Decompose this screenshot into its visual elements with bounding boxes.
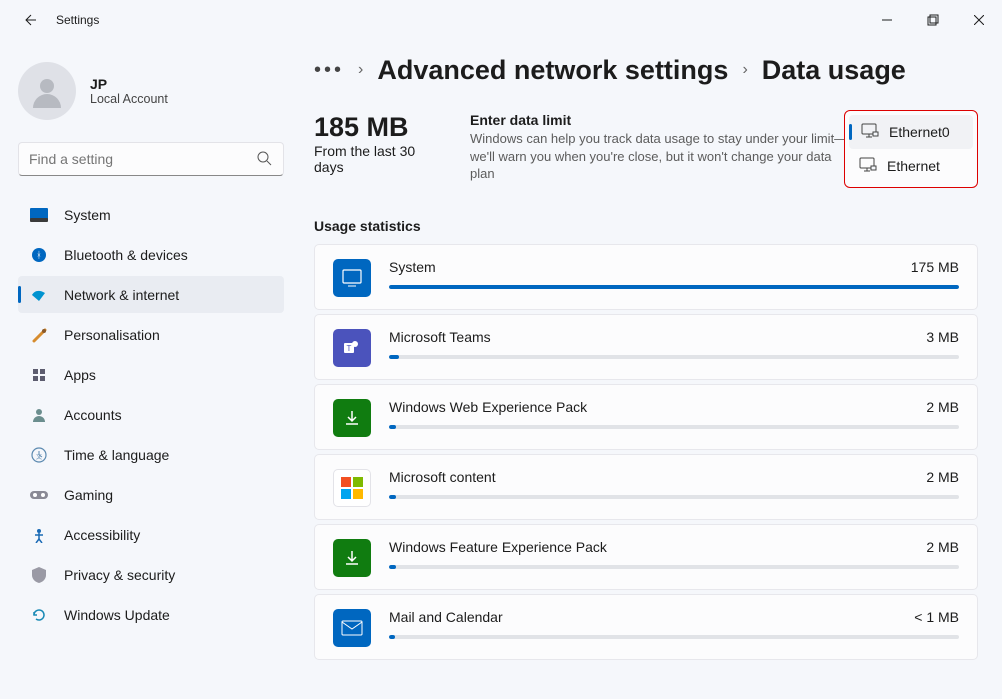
nav-icon [30, 486, 48, 504]
usage-row[interactable]: Windows Feature Experience Pack 2 MB [314, 524, 978, 590]
app-name: Microsoft content [389, 469, 496, 485]
nav-icon [30, 566, 48, 584]
app-name: Microsoft Teams [389, 329, 491, 345]
adapter-label: Ethernet0 [889, 124, 950, 140]
data-limit-description: Windows can help you track data usage to… [470, 130, 848, 183]
nav-icon [30, 366, 48, 384]
app-name: Mail and Calendar [389, 609, 503, 625]
usage-bar [389, 355, 959, 359]
usage-bar [389, 565, 959, 569]
sidebar-item-label: Network & internet [64, 287, 179, 303]
enter-data-limit-button[interactable]: Enter data limit Windows can help you tr… [470, 112, 848, 184]
usage-row[interactable]: System 175 MB [314, 244, 978, 310]
app-usage-amount: 175 MB [911, 259, 959, 275]
page-title: Data usage [762, 55, 906, 86]
nav-icon: ᚼ [30, 246, 48, 264]
maximize-button[interactable] [910, 4, 956, 36]
sidebar-item-accounts[interactable]: Accounts [18, 396, 284, 433]
sidebar-item-label: Accessibility [64, 527, 140, 543]
search-input[interactable] [18, 142, 284, 176]
usage-row[interactable]: Microsoft content 2 MB [314, 454, 978, 520]
avatar [18, 62, 76, 120]
profile-block[interactable]: JP Local Account [18, 62, 284, 120]
nav-icon [30, 406, 48, 424]
sidebar-item-label: Personalisation [64, 327, 160, 343]
usage-row[interactable]: Mail and Calendar < 1 MB [314, 594, 978, 660]
sidebar-item-personalisation[interactable]: Personalisation [18, 316, 284, 353]
sidebar-item-label: Gaming [64, 487, 113, 503]
chevron-right-icon: › [742, 61, 747, 79]
adapter-option-ethernet[interactable]: Ethernet [849, 149, 973, 183]
profile-name: JP [90, 76, 168, 92]
nav-icon [30, 326, 48, 344]
monitor-icon [861, 123, 879, 142]
usage-row[interactable]: Windows Web Experience Pack 2 MB [314, 384, 978, 450]
nav-icon [30, 606, 48, 624]
sidebar-item-bluetooth-devices[interactable]: ᚼ Bluetooth & devices [18, 236, 284, 273]
sidebar-item-network-internet[interactable]: Network & internet [18, 276, 284, 313]
usage-bar [389, 425, 959, 429]
profile-type: Local Account [90, 92, 168, 106]
app-usage-amount: < 1 MB [914, 609, 959, 625]
usage-row[interactable]: T Microsoft Teams 3 MB [314, 314, 978, 380]
sidebar-item-label: Apps [64, 367, 96, 383]
app-usage-amount: 2 MB [926, 539, 959, 555]
sidebar-item-privacy-security[interactable]: Privacy & security [18, 556, 284, 593]
nav-icon: 文 [30, 446, 48, 464]
back-button[interactable] [20, 11, 38, 29]
sidebar-item-label: Windows Update [64, 607, 170, 623]
nav-icon [30, 206, 48, 224]
app-name: System [389, 259, 436, 275]
total-usage-value: 185 MB [314, 112, 444, 143]
adapter-label: Ethernet [887, 158, 940, 174]
sidebar-item-label: Time & language [64, 447, 169, 463]
app-usage-amount: 3 MB [926, 329, 959, 345]
adapter-dropdown[interactable]: Ethernet0 Ethernet [844, 110, 978, 188]
sidebar-item-windows-update[interactable]: Windows Update [18, 596, 284, 633]
sidebar-item-label: Privacy & security [64, 567, 175, 583]
sidebar-item-time-language[interactable]: 文 Time & language [18, 436, 284, 473]
total-usage-caption: From the last 30 days [314, 143, 424, 175]
app-usage-amount: 2 MB [926, 469, 959, 485]
sidebar-item-apps[interactable]: Apps [18, 356, 284, 393]
breadcrumb-advanced-network[interactable]: Advanced network settings [377, 55, 728, 86]
sidebar-item-system[interactable]: System [18, 196, 284, 233]
usage-statistics-heading: Usage statistics [314, 218, 978, 234]
close-button[interactable] [956, 4, 1002, 36]
usage-bar [389, 285, 959, 289]
nav-icon [30, 286, 48, 304]
sidebar-item-accessibility[interactable]: Accessibility [18, 516, 284, 553]
usage-bar [389, 635, 959, 639]
data-limit-title: Enter data limit [470, 112, 848, 128]
chevron-right-icon: › [358, 61, 363, 79]
sidebar-item-label: Accounts [64, 407, 122, 423]
sidebar-item-label: System [64, 207, 111, 223]
monitor-icon [859, 157, 877, 176]
app-name: Windows Web Experience Pack [389, 399, 587, 415]
svg-text:ᚼ: ᚼ [36, 250, 41, 260]
minimize-button[interactable] [864, 4, 910, 36]
svg-text:文: 文 [36, 453, 42, 461]
app-usage-amount: 2 MB [926, 399, 959, 415]
search-icon [257, 151, 272, 171]
adapter-option-ethernet0[interactable]: Ethernet0 [849, 115, 973, 149]
breadcrumb: ••• › Advanced network settings › Data u… [314, 50, 978, 90]
svg-text:T: T [347, 344, 352, 353]
usage-bar [389, 495, 959, 499]
nav-icon [30, 526, 48, 544]
app-name: Windows Feature Experience Pack [389, 539, 607, 555]
breadcrumb-overflow-button[interactable]: ••• [314, 59, 344, 82]
sidebar-item-gaming[interactable]: Gaming [18, 476, 284, 513]
sidebar-item-label: Bluetooth & devices [64, 247, 188, 263]
app-title: Settings [56, 13, 99, 27]
